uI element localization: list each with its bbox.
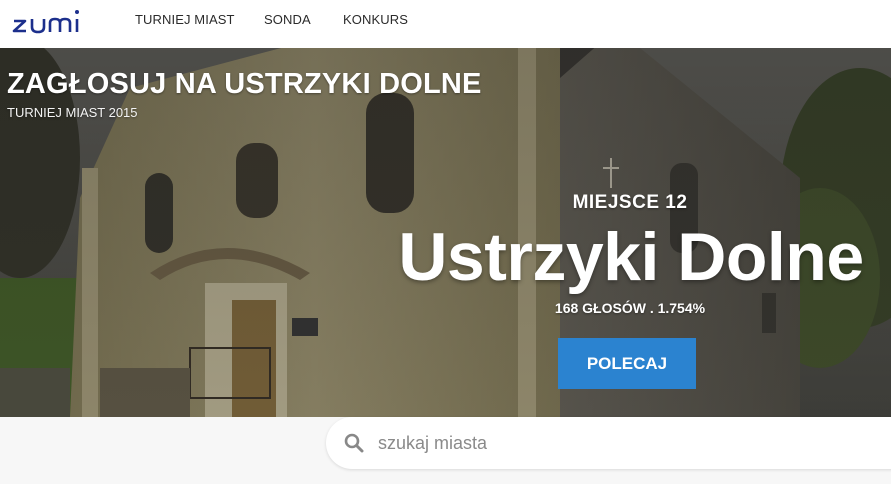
recommend-button[interactable]: POLECAJ xyxy=(558,338,696,389)
vote-count: 168 GŁOSÓW . 1.754% xyxy=(554,300,706,316)
hero-banner: ZAGŁOSUJ NA USTRZYKI DOLNE TURNIEJ MIAST… xyxy=(0,48,891,417)
zumi-logo[interactable] xyxy=(10,2,106,38)
nav-link-sonda[interactable]: SONDA xyxy=(264,12,311,27)
top-navigation: TURNIEJ MIAST SONDA KONKURS xyxy=(0,0,891,48)
search-input[interactable] xyxy=(378,427,878,459)
search-bar[interactable] xyxy=(326,417,891,469)
search-icon[interactable] xyxy=(344,433,364,453)
nav-link-konkurs[interactable]: KONKURS xyxy=(343,12,408,27)
hero-subtitle: TURNIEJ MIAST 2015 xyxy=(7,105,138,120)
city-rank: MIEJSCE 12 xyxy=(572,192,688,213)
hero-title: ZAGŁOSUJ NA USTRZYKI DOLNE xyxy=(7,68,482,100)
city-name: Ustrzyki Dolne xyxy=(398,219,864,295)
nav-link-turniej-miast[interactable]: TURNIEJ MIAST xyxy=(135,12,235,27)
